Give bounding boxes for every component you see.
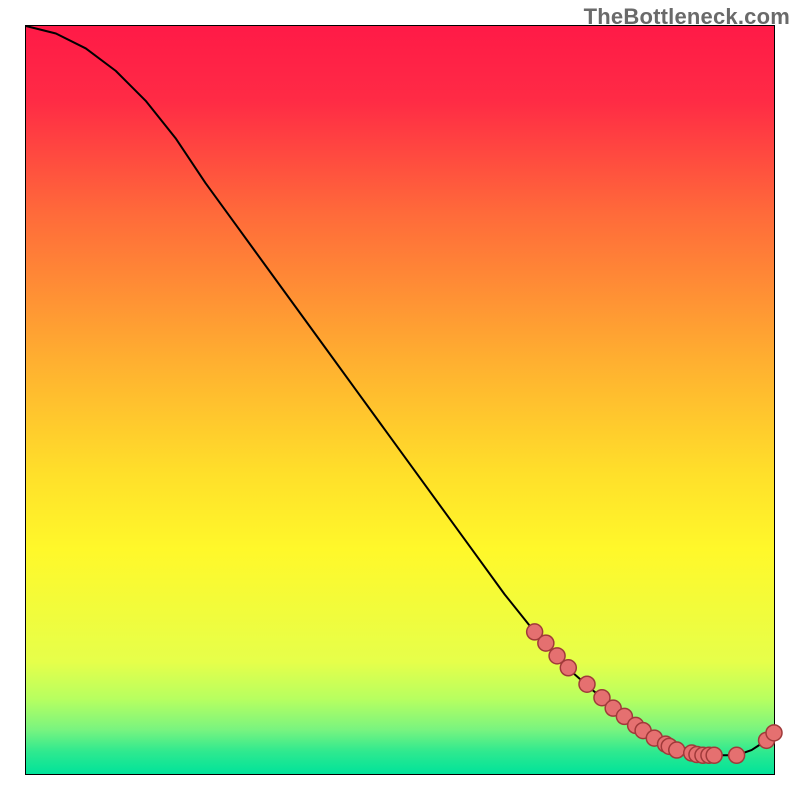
chart-marker: [669, 742, 685, 758]
chart-marker: [560, 660, 576, 676]
plot-background: [26, 26, 774, 774]
chart-marker: [729, 747, 745, 763]
bottleneck-chart: [0, 0, 800, 800]
chart-stage: TheBottleneck.com: [0, 0, 800, 800]
chart-marker: [579, 676, 595, 692]
chart-marker: [766, 725, 782, 741]
chart-marker: [538, 635, 554, 651]
chart-marker: [706, 747, 722, 763]
